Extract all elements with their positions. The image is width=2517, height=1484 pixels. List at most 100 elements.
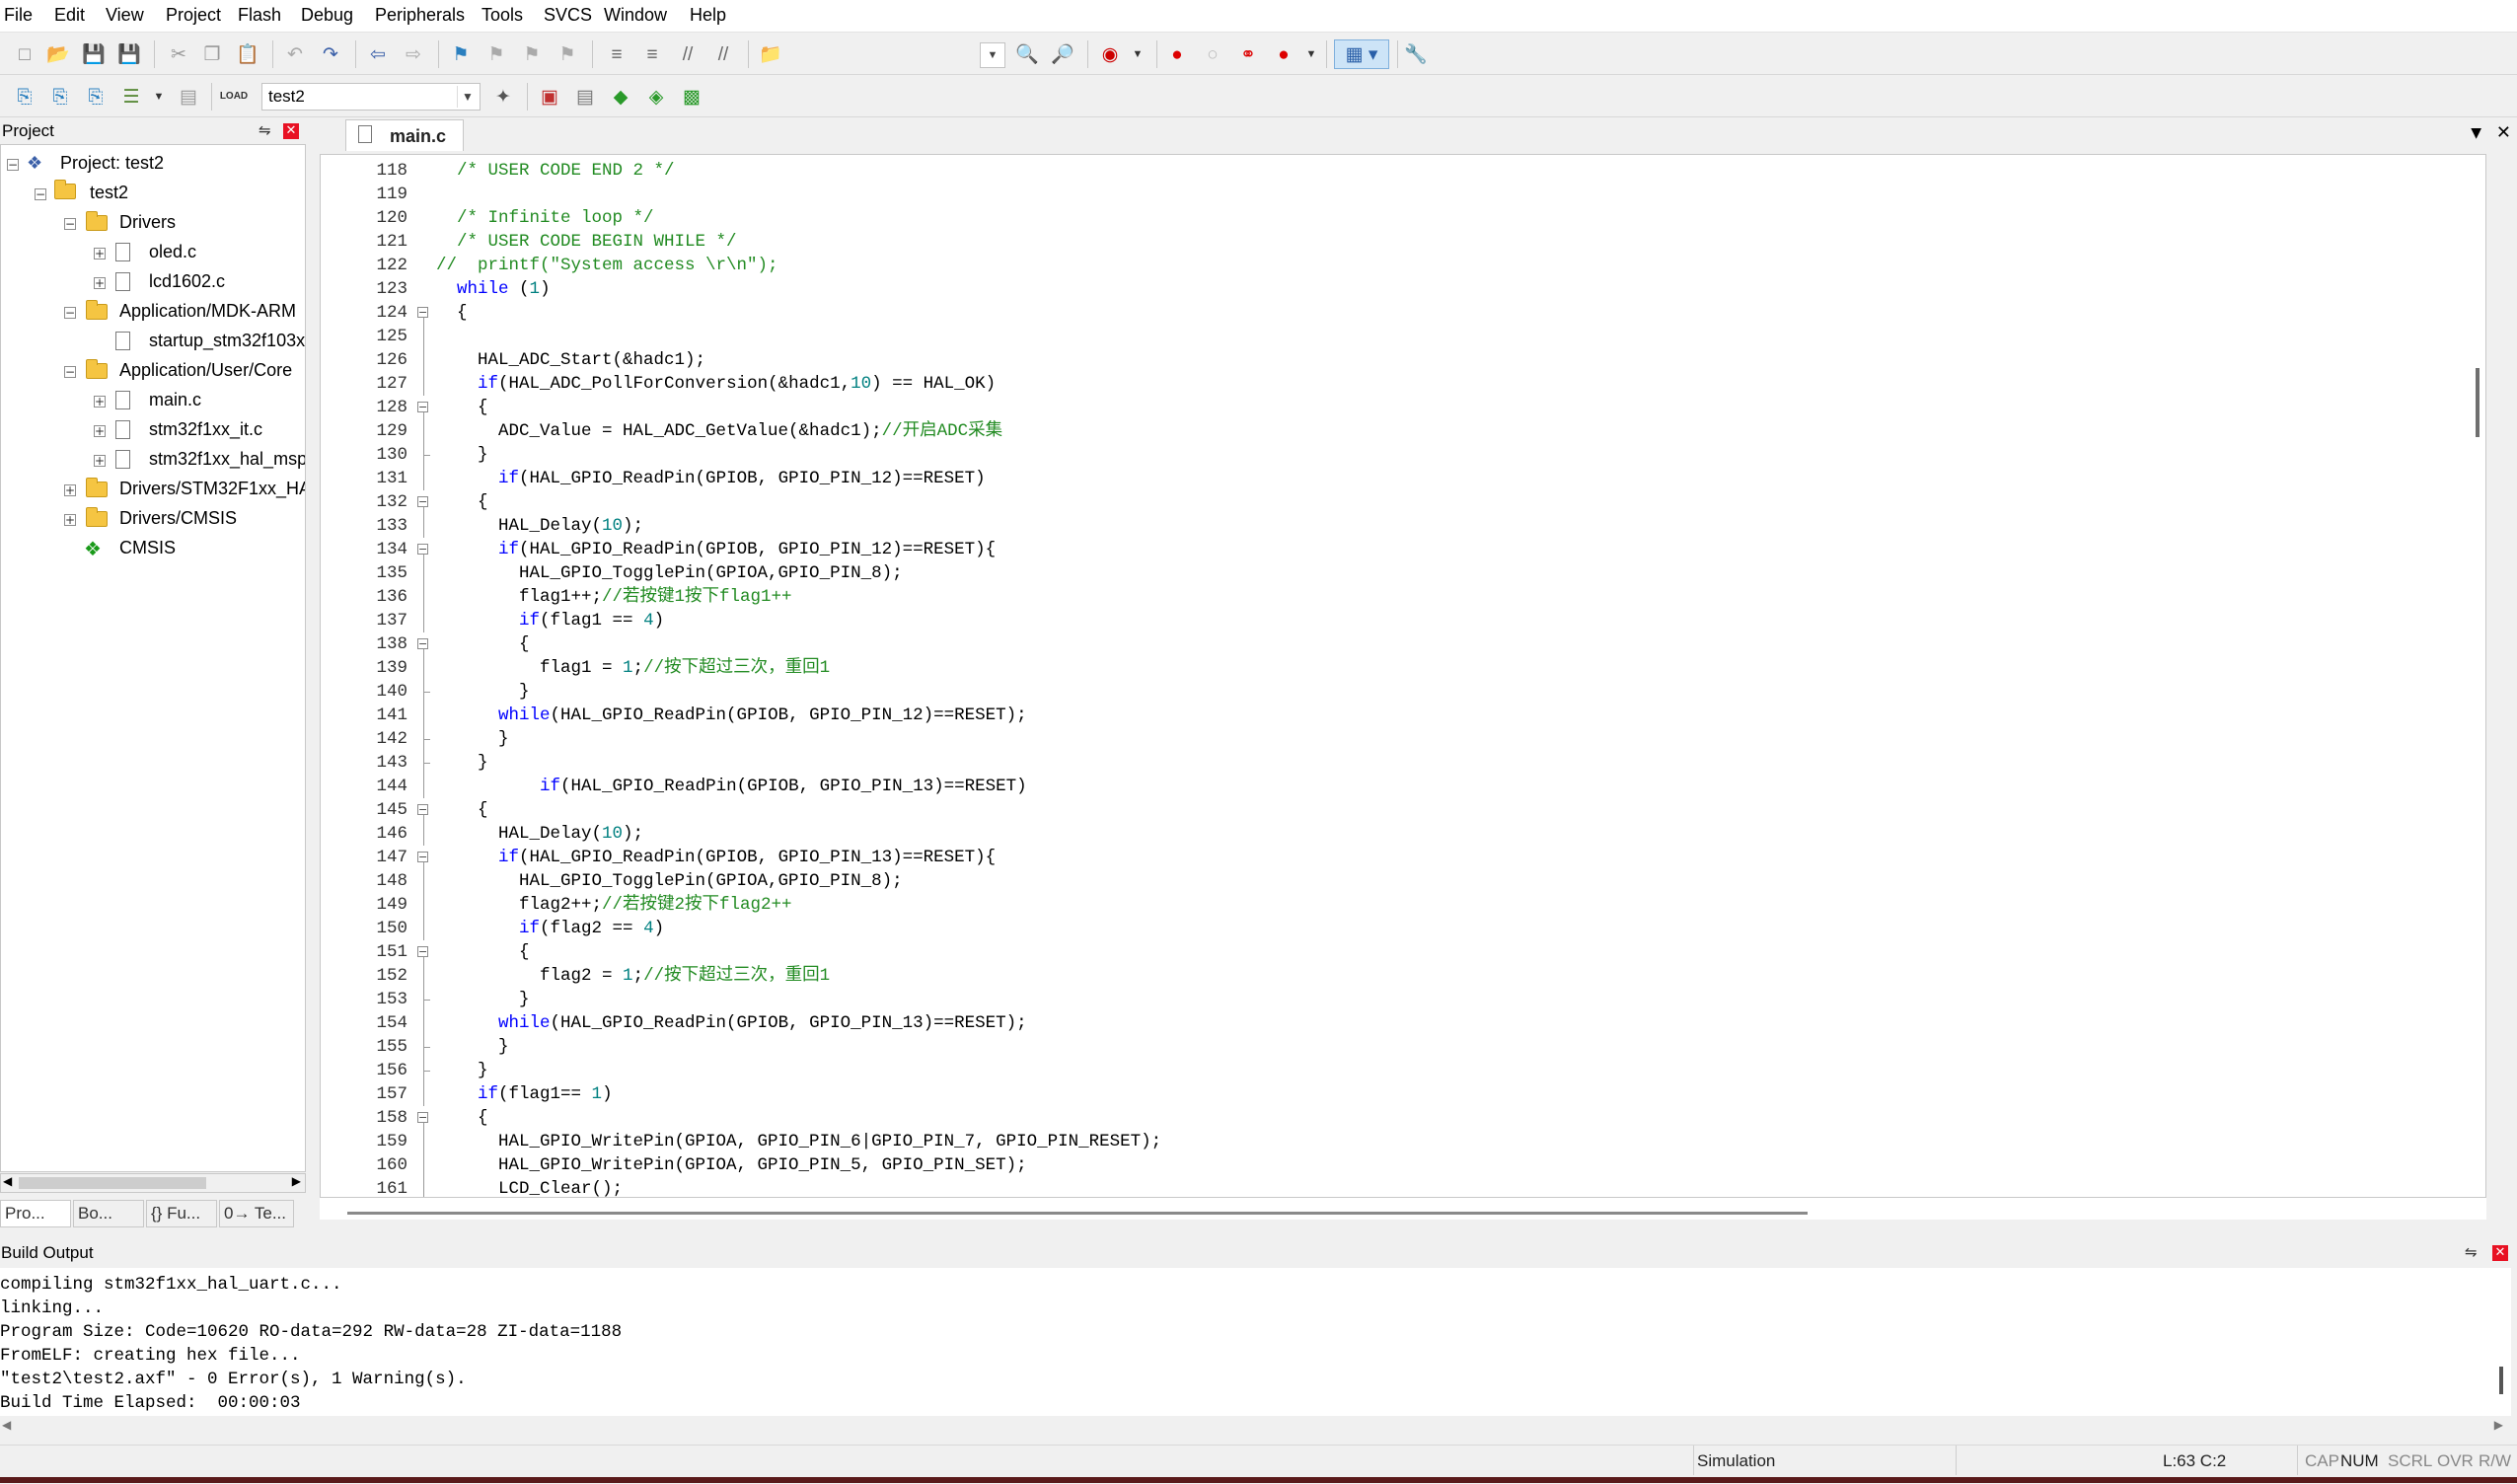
code-editor[interactable]: 118 /* USER CODE END 2 */ 119 120 /* Infin… bbox=[320, 154, 2486, 1198]
find-in-files-icon[interactable]: 📁 bbox=[756, 39, 785, 69]
manage-rte-icon[interactable]: ▩ bbox=[677, 82, 706, 111]
project-tree-scrollbar[interactable]: ◀ ▶ bbox=[0, 1173, 306, 1193]
pin-icon[interactable]: ⇋ bbox=[2465, 1243, 2478, 1261]
tab-list-dropdown-icon[interactable]: ▼ bbox=[2471, 125, 2481, 141]
translate-icon[interactable]: ⎘ bbox=[10, 82, 39, 111]
build-icon[interactable]: ⎘ bbox=[45, 82, 75, 111]
menu-tools[interactable]: Tools bbox=[481, 5, 523, 26]
code-line[interactable]: 140 } bbox=[321, 680, 2442, 704]
code-line[interactable]: 134− if(HAL_GPIO_ReadPin(GPIOB, GPIO_PIN… bbox=[321, 538, 2442, 561]
code-line[interactable]: 132− { bbox=[321, 490, 2442, 514]
expand-icon[interactable]: + bbox=[64, 514, 76, 526]
indent-icon[interactable]: ≡ bbox=[602, 39, 631, 69]
code-line[interactable]: 119 bbox=[321, 183, 2442, 206]
menu-view[interactable]: View bbox=[106, 5, 144, 26]
code-line[interactable]: 159 HAL_GPIO_WritePin(GPIOA, GPIO_PIN_6|… bbox=[321, 1130, 2442, 1153]
scroll-left-icon[interactable]: ◀ bbox=[3, 1174, 12, 1188]
code-line[interactable]: 161 LCD_Clear(); bbox=[321, 1177, 2442, 1197]
window-layout-icon[interactable]: ▦ ▾ bbox=[1334, 39, 1389, 69]
bookmark-icon[interactable]: ⚑ bbox=[446, 39, 476, 69]
code-line[interactable]: 125 bbox=[321, 325, 2442, 348]
breakpoint-kill-all-icon[interactable]: ● bbox=[1269, 39, 1298, 69]
code-line[interactable]: 129 ADC_Value = HAL_ADC_GetValue(&hadc1)… bbox=[321, 419, 2442, 443]
uncomment-icon[interactable]: // bbox=[708, 39, 738, 69]
code-line[interactable]: 145− { bbox=[321, 798, 2442, 822]
save-all-icon[interactable]: 💾 bbox=[114, 39, 144, 69]
copy-icon[interactable]: ❐ bbox=[197, 39, 227, 69]
menu-window[interactable]: Window bbox=[604, 5, 667, 26]
scrollbar-thumb[interactable] bbox=[347, 1212, 1808, 1215]
manage-multi-project-icon[interactable]: ▤ bbox=[570, 82, 600, 111]
close-tab-icon[interactable]: ✕ bbox=[2496, 122, 2511, 143]
menu-help[interactable]: Help bbox=[690, 5, 726, 26]
comment-icon[interactable]: // bbox=[673, 39, 703, 69]
paste-icon[interactable]: 📋 bbox=[233, 39, 262, 69]
code-line[interactable]: 149 flag2++;//若按键2按下flag2++ bbox=[321, 893, 2442, 917]
code-line[interactable]: 157 if(flag1== 1) bbox=[321, 1082, 2442, 1106]
breakpoint-disable-all-icon[interactable]: ⚭ bbox=[1233, 39, 1263, 69]
scrollbar-thumb[interactable] bbox=[2499, 1367, 2503, 1394]
fold-collapse-icon[interactable]: − bbox=[417, 544, 428, 555]
menu-debug[interactable]: Debug bbox=[301, 5, 353, 26]
fold-collapse-icon[interactable]: − bbox=[417, 852, 428, 862]
code-line[interactable]: 121 /* USER CODE BEGIN WHILE */ bbox=[321, 230, 2442, 254]
tab-templates[interactable]: 0→ Te... bbox=[219, 1200, 294, 1227]
stop-build-icon[interactable]: ▤ bbox=[174, 82, 203, 111]
pin-icon[interactable]: ⇋ bbox=[259, 121, 271, 139]
code-line[interactable]: 118 /* USER CODE END 2 */ bbox=[321, 159, 2442, 183]
code-line[interactable]: 128− { bbox=[321, 396, 2442, 419]
menu-project[interactable]: Project bbox=[166, 5, 221, 26]
tab-books[interactable]: Bo... bbox=[73, 1200, 144, 1227]
undo-icon[interactable]: ↶ bbox=[280, 39, 310, 69]
code-line[interactable]: 137 if(flag1 == 4) bbox=[321, 609, 2442, 632]
expand-icon[interactable]: + bbox=[94, 396, 106, 408]
code-line[interactable]: 133 HAL_Delay(10); bbox=[321, 514, 2442, 538]
bookmark-next-icon[interactable]: ⚑ bbox=[517, 39, 547, 69]
expand-icon[interactable]: + bbox=[94, 455, 106, 467]
open-file-icon[interactable]: 📂 bbox=[43, 39, 73, 69]
close-icon[interactable]: ✕ bbox=[283, 123, 299, 139]
code-line[interactable]: 158− { bbox=[321, 1106, 2442, 1130]
menu-peripherals[interactable]: Peripherals bbox=[375, 5, 465, 26]
build-output-horizontal-scrollbar[interactable]: ◀ ▶ bbox=[0, 1418, 2517, 1438]
scrollbar-thumb[interactable] bbox=[19, 1177, 206, 1189]
code-line[interactable]: 130 } bbox=[321, 443, 2442, 467]
download-icon[interactable]: LOAD bbox=[219, 82, 249, 111]
menu-edit[interactable]: Edit bbox=[54, 5, 85, 26]
menu-svcs[interactable]: SVCS bbox=[544, 5, 592, 26]
tab-project[interactable]: Pro... bbox=[0, 1200, 71, 1227]
code-line[interactable]: 138− { bbox=[321, 632, 2442, 656]
find-icon[interactable]: 🔍 bbox=[1012, 39, 1042, 69]
target-options-icon[interactable]: ✦ bbox=[488, 82, 518, 111]
code-line[interactable]: 152 flag2 = 1;//按下超过三次，重回1 bbox=[321, 964, 2442, 988]
breakpoint-dropdown-icon[interactable]: ▼ bbox=[1296, 39, 1326, 69]
collapse-icon[interactable]: − bbox=[7, 159, 19, 171]
code-line[interactable]: 120 /* Infinite loop */ bbox=[321, 206, 2442, 230]
debug-dropdown-icon[interactable]: ▼ bbox=[1123, 39, 1152, 69]
fold-collapse-icon[interactable]: − bbox=[417, 496, 428, 507]
fold-collapse-icon[interactable]: − bbox=[417, 1112, 428, 1123]
redo-icon[interactable]: ↷ bbox=[316, 39, 345, 69]
scrollbar-thumb[interactable] bbox=[2476, 368, 2480, 437]
nav-back-icon[interactable]: ⇦ bbox=[363, 39, 393, 69]
expand-icon[interactable]: + bbox=[94, 277, 106, 289]
tab-functions[interactable]: {} Fu... bbox=[146, 1200, 217, 1227]
code-line[interactable]: 139 flag1 = 1;//按下超过三次，重回1 bbox=[321, 656, 2442, 680]
fold-collapse-icon[interactable]: − bbox=[417, 638, 428, 649]
code-line[interactable]: 160 HAL_GPIO_WritePin(GPIOA, GPIO_PIN_5,… bbox=[321, 1153, 2442, 1177]
code-line[interactable]: 156 } bbox=[321, 1059, 2442, 1082]
code-line[interactable]: 131 if(HAL_GPIO_ReadPin(GPIOB, GPIO_PIN_… bbox=[321, 467, 2442, 490]
fold-collapse-icon[interactable]: − bbox=[417, 307, 428, 318]
code-line[interactable]: 124− { bbox=[321, 301, 2442, 325]
breakpoint-insert-icon[interactable]: ● bbox=[1162, 39, 1192, 69]
batch-build-icon[interactable]: ☰ bbox=[116, 82, 146, 111]
unindent-icon[interactable]: ≡ bbox=[637, 39, 667, 69]
code-line[interactable]: 142 } bbox=[321, 727, 2442, 751]
code-line[interactable]: 147− if(HAL_GPIO_ReadPin(GPIOB, GPIO_PIN… bbox=[321, 846, 2442, 869]
breakpoint-disable-icon[interactable]: ○ bbox=[1198, 39, 1227, 69]
bookmark-prev-icon[interactable]: ⚑ bbox=[481, 39, 511, 69]
build-output-panel[interactable]: compiling stm32f1xx_hal_uart.c... linkin… bbox=[0, 1268, 2511, 1416]
scroll-left-icon[interactable]: ◀ bbox=[2, 1418, 11, 1432]
scroll-right-icon[interactable]: ▶ bbox=[2494, 1418, 2503, 1432]
menu-file[interactable]: File bbox=[4, 5, 33, 26]
